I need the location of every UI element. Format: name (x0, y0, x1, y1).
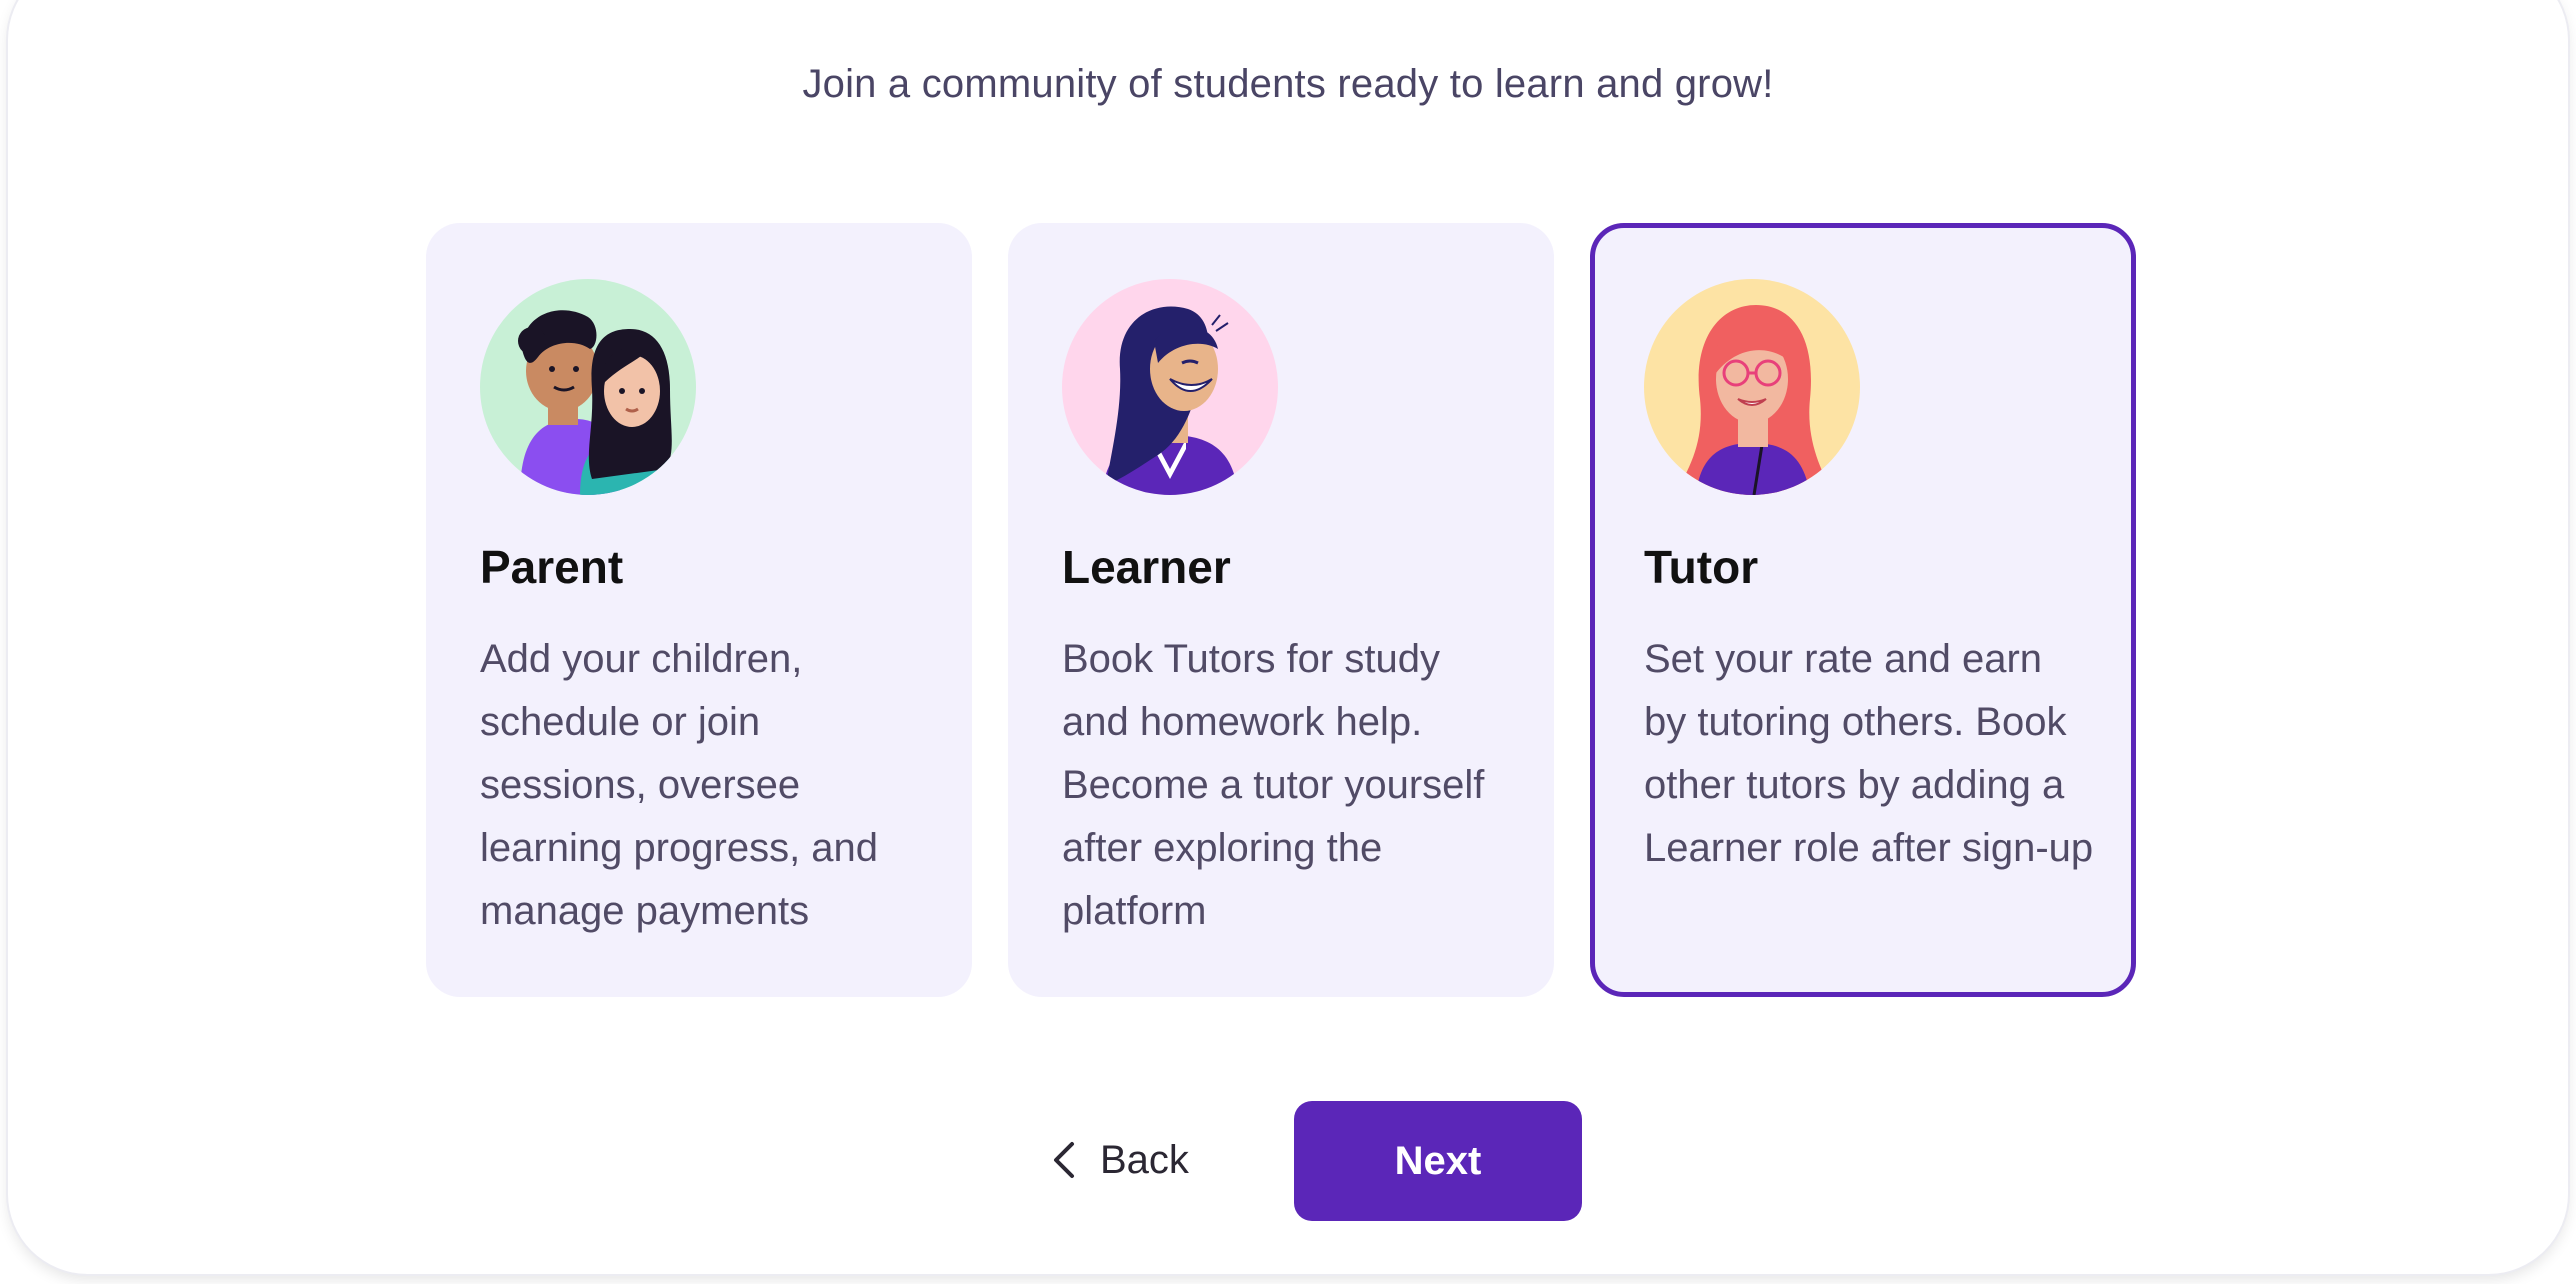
chevron-left-icon (1052, 1140, 1076, 1180)
page-subtitle: Join a community of students ready to le… (802, 62, 1774, 106)
next-button[interactable]: Next (1294, 1101, 1582, 1221)
role-selection-page: Join a community of students ready to le… (0, 0, 2576, 1284)
tutor-illustration-icon (1644, 279, 1860, 495)
parent-illustration-icon (480, 279, 696, 495)
role-title-learner: Learner (1062, 541, 1231, 593)
role-card-parent[interactable]: Parent Add your children, schedule or jo… (426, 223, 972, 997)
role-description-tutor: Set your rate and earn by tutoring other… (1644, 637, 2094, 870)
role-description-parent: Add your children, schedule or join sess… (480, 637, 879, 933)
back-button[interactable]: Back (1052, 1112, 1189, 1208)
role-card-tutor[interactable]: Tutor Set your rate and earn by tutoring… (1590, 223, 2136, 997)
role-title-tutor: Tutor (1644, 541, 1759, 593)
role-card-learner[interactable]: Learner Book Tutors for study and homewo… (1008, 223, 1554, 997)
role-description-learner: Book Tutors for study and homework help.… (1062, 637, 1485, 933)
role-title-parent: Parent (480, 541, 624, 593)
back-label: Back (1100, 1137, 1189, 1182)
learner-illustration-icon (1062, 279, 1278, 495)
